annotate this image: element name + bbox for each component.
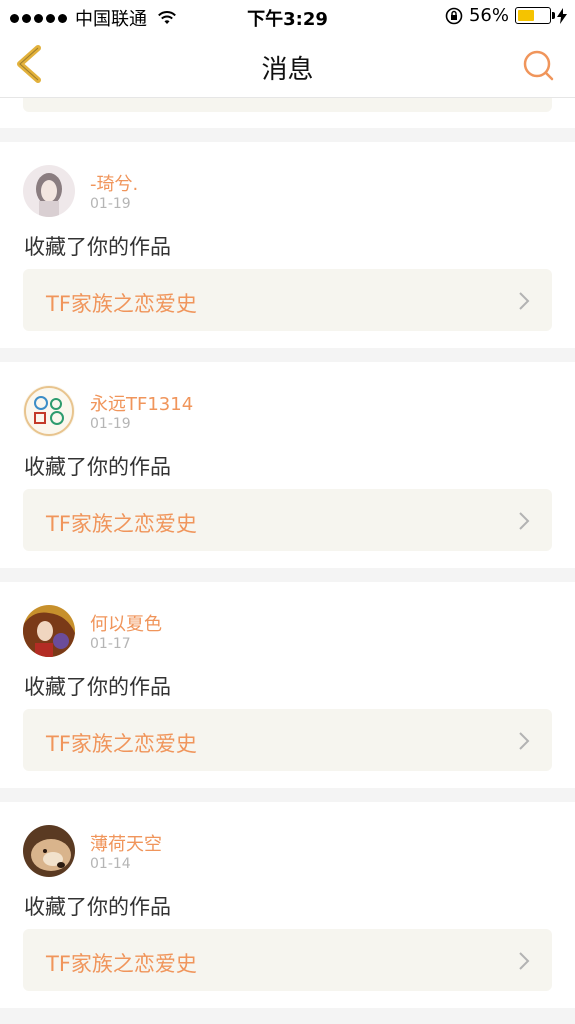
work-title: TF家族之恋爱史 xyxy=(46,512,197,536)
work-link[interactable]: TF家族之恋爱史 xyxy=(23,709,552,771)
chevron-right-icon xyxy=(519,952,530,970)
notification-list: -琦兮. 01-19 收藏了你的作品 TF家族之恋爱史 永远TF1314 01-… xyxy=(0,98,575,1008)
notification-card: 永远TF1314 01-19 收藏了你的作品 TF家族之恋爱史 xyxy=(0,362,575,568)
timestamp: 01-19 xyxy=(90,416,131,432)
avatar[interactable] xyxy=(23,165,75,217)
avatar[interactable] xyxy=(23,385,75,437)
notification-message: 收藏了你的作品 xyxy=(24,235,171,259)
work-title: TF家族之恋爱史 xyxy=(46,292,197,316)
notification-message: 收藏了你的作品 xyxy=(24,455,171,479)
chevron-right-icon xyxy=(519,732,530,750)
notification-card: 何以夏色 01-17 收藏了你的作品 TF家族之恋爱史 xyxy=(0,582,575,788)
work-link[interactable]: TF家族之恋爱史 xyxy=(23,929,552,991)
notification-card: -琦兮. 01-19 收藏了你的作品 TF家族之恋爱史 xyxy=(0,142,575,348)
work-link-partial[interactable] xyxy=(23,98,552,112)
username[interactable]: 何以夏色 xyxy=(90,610,162,636)
nav-bar: 消息 xyxy=(0,32,575,98)
work-title: TF家族之恋爱史 xyxy=(46,732,197,756)
status-bar: 中国联通 下午3:29 56% xyxy=(0,0,575,32)
notification-card-partial xyxy=(0,98,575,128)
charging-bolt-icon xyxy=(557,7,567,24)
page-title: 消息 xyxy=(261,55,314,85)
timestamp: 01-14 xyxy=(90,856,131,872)
timestamp: 01-19 xyxy=(90,196,131,212)
username[interactable]: 薄荷天空 xyxy=(90,830,162,856)
notification-message: 收藏了你的作品 xyxy=(24,675,171,699)
work-link[interactable]: TF家族之恋爱史 xyxy=(23,269,552,331)
username[interactable]: -琦兮. xyxy=(90,170,138,196)
battery-icon xyxy=(515,7,555,24)
work-link[interactable]: TF家族之恋爱史 xyxy=(23,489,552,551)
search-icon[interactable] xyxy=(521,48,555,82)
username[interactable]: 永远TF1314 xyxy=(90,390,193,416)
notification-card: 薄荷天空 01-14 收藏了你的作品 TF家族之恋爱史 xyxy=(0,802,575,1008)
chevron-right-icon xyxy=(519,512,530,530)
work-title: TF家族之恋爱史 xyxy=(46,952,197,976)
rotation-lock-icon xyxy=(445,7,463,24)
avatar[interactable] xyxy=(23,825,75,877)
avatar[interactable] xyxy=(23,605,75,657)
notification-message: 收藏了你的作品 xyxy=(24,895,171,919)
battery-percent: 56% xyxy=(468,5,509,26)
timestamp: 01-17 xyxy=(90,636,131,652)
chevron-right-icon xyxy=(519,292,530,310)
